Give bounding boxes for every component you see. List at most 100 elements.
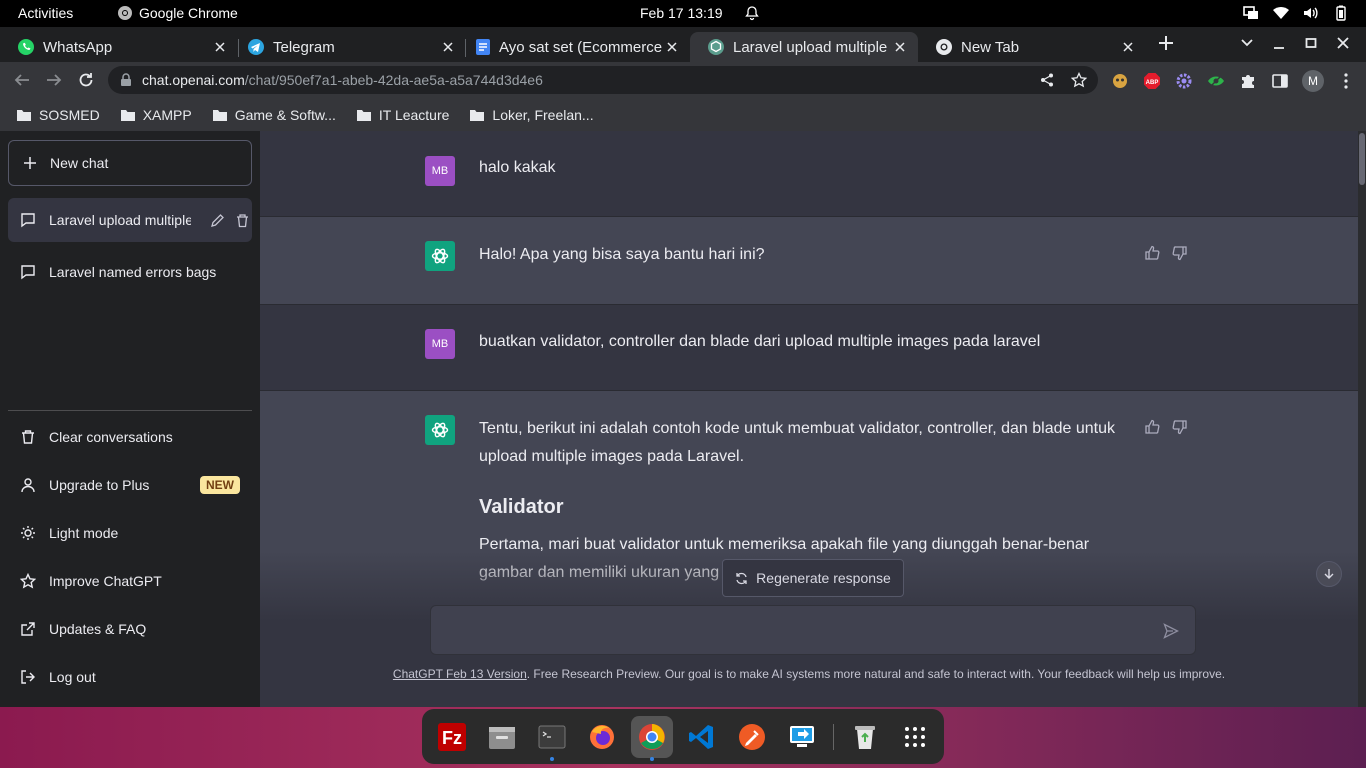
chrome-icon[interactable] — [631, 715, 673, 761]
clock[interactable]: Feb 17 13:19 — [640, 5, 723, 21]
bookmark-label: IT Leacture — [378, 106, 450, 123]
puzzle-extensions-icon[interactable] — [1238, 71, 1258, 91]
tab-telegram[interactable]: Telegram — [230, 32, 466, 62]
new-tab-plus-icon[interactable] — [1157, 34, 1175, 52]
lock-icon[interactable] — [120, 73, 132, 87]
close-window-icon[interactable] — [1336, 34, 1350, 52]
tab-whatsapp[interactable]: WhatsApp — [0, 32, 238, 62]
light-mode-button[interactable]: Light mode — [8, 511, 252, 555]
tab-ecommerce-doc[interactable]: Ayo sat set (Ecommerce — [458, 32, 690, 62]
tab-new-tab[interactable]: New Tab — [918, 32, 1146, 62]
wifi-icon — [1272, 4, 1290, 22]
eye-extension-icon[interactable] — [1206, 71, 1226, 91]
thumbs-down-icon[interactable] — [1172, 245, 1188, 261]
running-indicator — [650, 756, 654, 761]
upgrade-to-plus-button[interactable]: Upgrade to Plus NEW — [8, 463, 252, 507]
tab-title: New Tab — [961, 38, 1020, 56]
face-extension-icon[interactable] — [1110, 71, 1130, 91]
tab-chatgpt[interactable]: Laravel upload multiple — [690, 32, 918, 62]
sun-icon — [20, 525, 36, 541]
bookmark-folder-it-leacture[interactable]: IT Leacture — [356, 106, 450, 123]
app-grid-icon[interactable] — [894, 716, 936, 758]
side-panel-icon[interactable] — [1270, 71, 1290, 91]
message-text: Halo! Apa yang bisa saya bantu hari ini? — [479, 246, 765, 263]
bookmark-folder-loker[interactable]: Loker, Freelan... — [469, 107, 594, 123]
bookmark-label: Game & Softw... — [234, 106, 336, 123]
avatar-initials: MB — [431, 165, 449, 177]
app-menu[interactable]: Google Chrome — [117, 5, 238, 21]
close-tab-icon[interactable] — [664, 39, 680, 55]
close-tab-icon[interactable] — [440, 39, 456, 55]
conversation-item-selected[interactable]: Laravel upload multiple images — [8, 198, 252, 242]
log-out-button[interactable]: Log out — [8, 655, 252, 699]
message-text: halo kakak — [479, 159, 556, 176]
openai-logo-icon — [425, 241, 455, 271]
maximize-icon[interactable] — [1304, 34, 1318, 52]
delete-trash-icon[interactable] — [235, 213, 250, 228]
close-tab-icon[interactable] — [212, 39, 228, 55]
bookmark-folder-sosmed[interactable]: SOSMED — [16, 107, 100, 123]
clear-conversations-button[interactable]: Clear conversations — [8, 415, 252, 459]
bookmark-folder-xampp[interactable]: XAMPP — [120, 107, 192, 123]
new-chat-button[interactable]: New chat — [8, 140, 252, 186]
gear-extension-icon[interactable] — [1174, 71, 1194, 91]
message-assistant: Halo! Apa yang bisa saya bantu hari ini? — [260, 217, 1358, 305]
avatar-initials: MB — [431, 338, 449, 350]
trash-icon[interactable] — [844, 716, 886, 758]
close-tab-icon[interactable] — [1120, 39, 1136, 55]
updates-faq-link[interactable]: Updates & FAQ — [8, 607, 252, 651]
plus-icon — [23, 156, 37, 170]
logout-icon — [20, 669, 36, 685]
address-bar[interactable]: chat.openai.com/chat/950ef7a1-abeb-42da-… — [108, 66, 1098, 94]
minimize-icon[interactable] — [1272, 34, 1286, 52]
message-user: MB halo kakak — [260, 131, 1358, 217]
kebab-menu-icon[interactable] — [1336, 71, 1356, 91]
star-icon — [20, 573, 36, 589]
firefox-icon[interactable] — [581, 716, 623, 758]
close-tab-icon[interactable] — [892, 39, 908, 55]
reload-icon[interactable] — [77, 71, 95, 89]
running-indicator — [550, 756, 554, 761]
chat-input[interactable] — [430, 605, 1196, 655]
filezilla-icon[interactable]: Fz — [431, 716, 473, 758]
adblock-plus-icon[interactable]: ABP — [1142, 71, 1162, 91]
user-avatar: MB — [425, 329, 455, 359]
profile-avatar[interactable]: M — [1302, 70, 1324, 92]
version-link[interactable]: ChatGPT Feb 13 Version — [393, 667, 527, 681]
activities-button[interactable]: Activities — [18, 5, 73, 21]
page-scrollbar[interactable] — [1358, 131, 1366, 707]
postman-icon[interactable] — [731, 716, 773, 758]
files-icon[interactable] — [481, 716, 523, 758]
remote-desktop-icon[interactable] — [781, 716, 823, 758]
vscode-icon[interactable] — [681, 716, 723, 758]
conversation-item[interactable]: Laravel named errors bags — [8, 250, 252, 294]
svg-text:Fz: Fz — [442, 728, 462, 748]
tab-search-chevron-icon[interactable] — [1240, 34, 1254, 52]
terminal-icon[interactable] — [531, 716, 573, 761]
send-icon[interactable] — [1163, 623, 1179, 639]
scroll-down-arrow-icon[interactable] — [1316, 561, 1342, 587]
svg-text:ABP: ABP — [1146, 80, 1159, 86]
thumbs-up-icon[interactable] — [1144, 419, 1160, 435]
bookmark-label: XAMPP — [142, 106, 192, 123]
new-chat-label: New chat — [50, 155, 109, 171]
edit-pencil-icon[interactable] — [210, 213, 225, 228]
thumbs-up-icon[interactable] — [1144, 245, 1160, 261]
share-icon[interactable] — [1040, 73, 1054, 87]
openai-logo-icon — [425, 415, 455, 445]
scrollbar-thumb[interactable] — [1359, 133, 1365, 185]
bookmark-star-icon[interactable] — [1071, 72, 1087, 88]
regenerate-label: Regenerate response — [756, 570, 891, 586]
system-tray[interactable] — [1242, 4, 1350, 22]
browser-toolbar: chat.openai.com/chat/950ef7a1-abeb-42da-… — [0, 62, 1366, 98]
back-arrow-icon[interactable] — [13, 71, 31, 89]
bookmark-folder-game[interactable]: Game & Softw... — [212, 107, 336, 123]
message-text: buatkan validator, controller dan blade … — [479, 333, 1041, 350]
message-user: MB buatkan validator, controller dan bla… — [260, 305, 1358, 391]
improve-chatgpt-button[interactable]: Improve ChatGPT — [8, 559, 252, 603]
thumbs-down-icon[interactable] — [1172, 419, 1188, 435]
user-avatar: MB — [425, 156, 455, 186]
forward-arrow-icon[interactable] — [45, 71, 63, 89]
external-link-icon — [20, 621, 36, 637]
regenerate-response-button[interactable]: Regenerate response — [722, 559, 904, 597]
